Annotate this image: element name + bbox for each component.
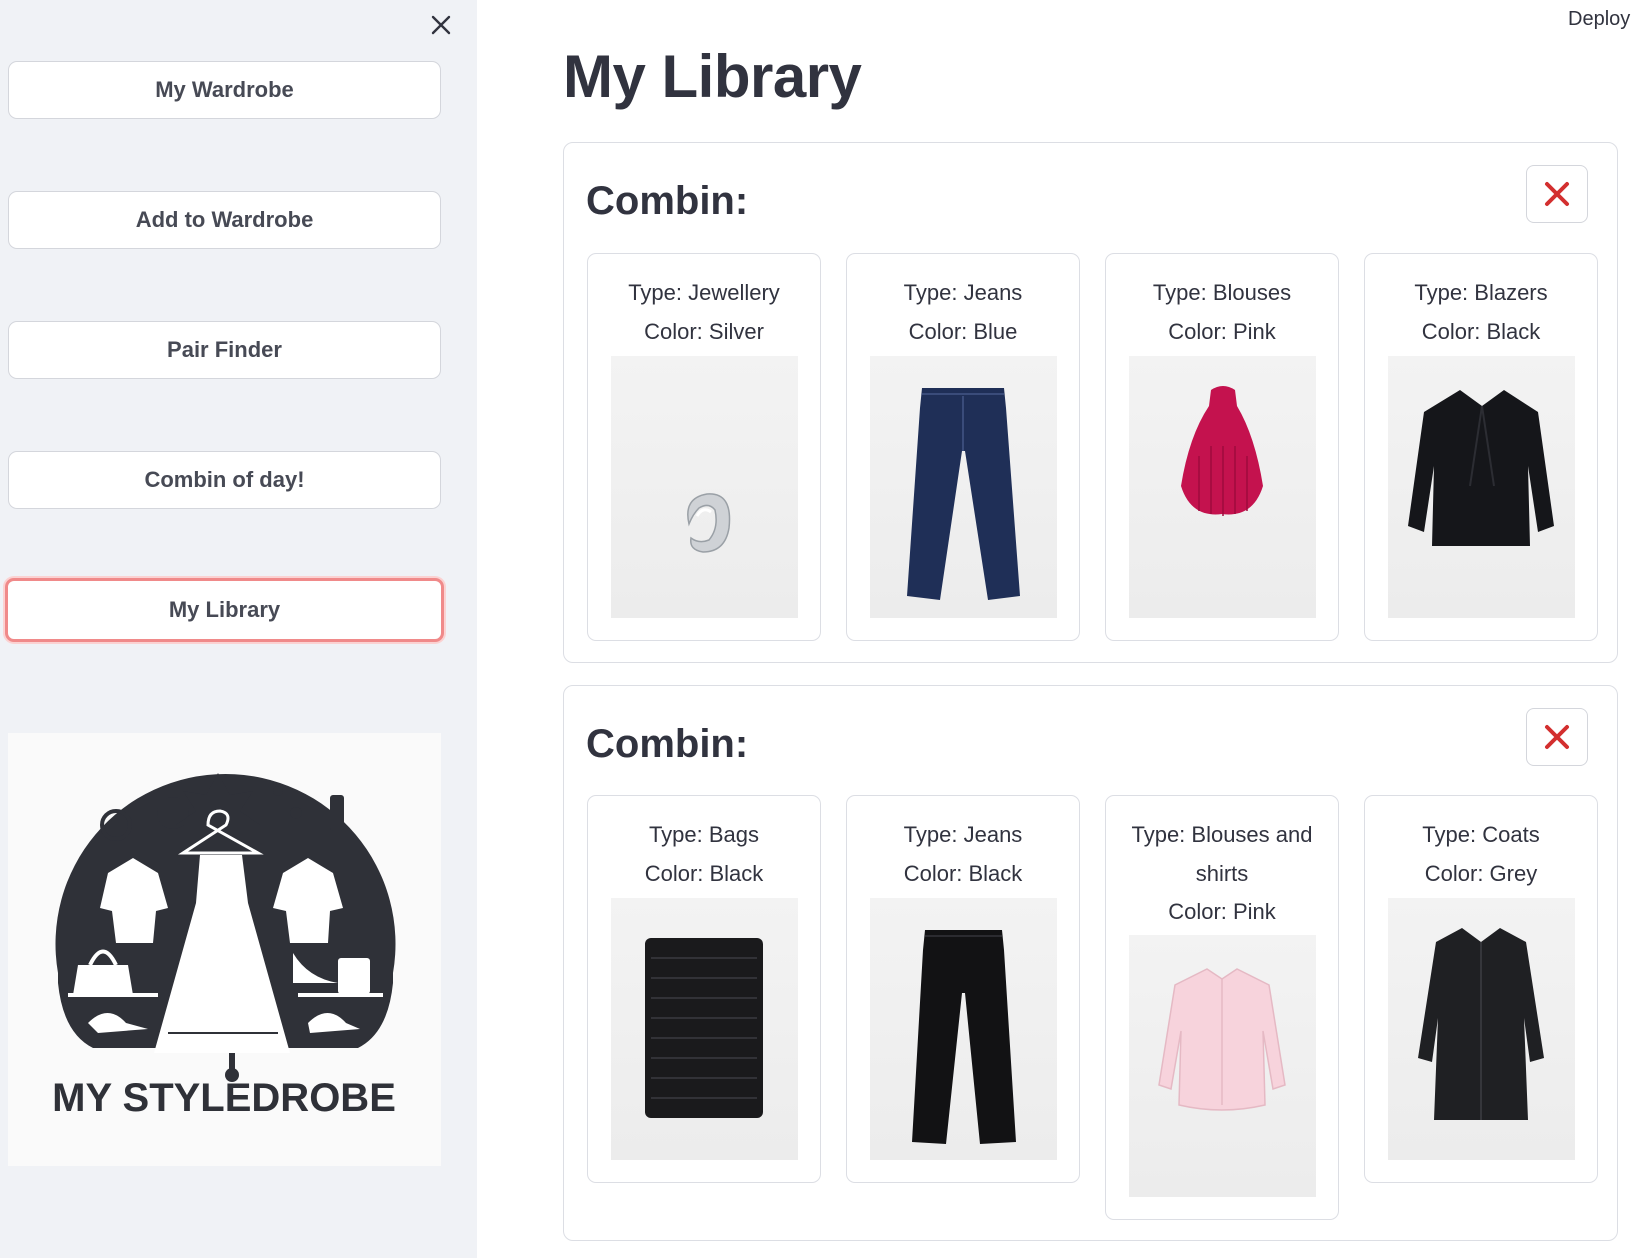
delete-combin-button[interactable] <box>1526 708 1588 766</box>
sidebar-item-add-to-wardrobe[interactable]: Add to Wardrobe <box>8 191 441 249</box>
item-card: Type: Blouses Color: Pink <box>1105 253 1339 641</box>
coat-image <box>1388 898 1575 1160</box>
item-color: Color: Grey <box>1424 860 1538 886</box>
item-color: Color: Black <box>644 860 764 886</box>
app: My Wardrobe Add to Wardrobe Pair Finder … <box>0 0 1652 1258</box>
item-card: Type: Blouses and shirts Color: Pink <box>1105 795 1339 1220</box>
item-color: Color: Pink <box>1168 899 1276 924</box>
item-type: Type: Coats <box>1422 822 1540 847</box>
earring-image <box>611 356 798 618</box>
close-icon <box>1545 182 1569 206</box>
sidebar-item-pair-finder[interactable]: Pair Finder <box>8 321 441 379</box>
item-card: Type: Bags Color: Black <box>587 795 821 1183</box>
jeans-image <box>870 356 1057 618</box>
sidebar: My Wardrobe Add to Wardrobe Pair Finder … <box>0 0 477 1258</box>
item-card: Type: Jeans Color: Black <box>846 795 1080 1183</box>
item-card: Type: Jewellery Color: Silver <box>587 253 821 641</box>
blazer-image <box>1388 356 1575 618</box>
item-color: Color: Black <box>903 860 1023 886</box>
item-type: Type: Blouses and shirts <box>1131 822 1313 886</box>
page-title: My Library <box>563 43 862 110</box>
logo-text: MY STYLEDROBE <box>52 1076 396 1120</box>
item-card: Type: Coats Color: Grey <box>1364 795 1598 1183</box>
sidebar-item-my-wardrobe[interactable]: My Wardrobe <box>8 61 441 119</box>
delete-combin-button[interactable] <box>1526 165 1588 223</box>
app-logo: MY STYLEDROBE <box>8 733 441 1166</box>
shirt-image <box>1129 935 1316 1197</box>
sidebar-item-my-library[interactable]: My Library <box>5 578 444 642</box>
item-color: Color: Blue <box>908 318 1018 344</box>
close-icon <box>1545 725 1569 749</box>
combin-card: Combin: Type: Bags Color: Black Type: Je… <box>563 685 1618 1241</box>
item-color: Color: Silver <box>644 318 764 344</box>
item-type: Type: Jewellery <box>628 280 780 305</box>
combin-card: Combin: Type: Jewellery Color: Silver Ty… <box>563 142 1618 663</box>
item-type: Type: Blouses <box>1152 280 1292 305</box>
item-card: Type: Blazers Color: Black <box>1364 253 1598 641</box>
item-type: Type: Jeans <box>903 280 1023 305</box>
item-type: Type: Jeans <box>903 822 1023 847</box>
item-type: Type: Blazers <box>1414 280 1548 305</box>
jeans-image <box>870 898 1057 1160</box>
item-color: Color: Black <box>1421 318 1541 344</box>
combin-title: Combin: <box>586 179 749 223</box>
blouse-image <box>1129 356 1316 618</box>
deploy-button[interactable]: Deploy <box>1568 8 1630 31</box>
item-card: Type: Jeans Color: Blue <box>846 253 1080 641</box>
item-type: Type: Bags <box>648 822 760 847</box>
combin-title: Combin: <box>586 722 749 766</box>
close-icon[interactable] <box>424 8 458 42</box>
bag-image <box>611 898 798 1160</box>
sidebar-item-combin-of-day[interactable]: Combin of day! <box>8 451 441 509</box>
item-color: Color: Pink <box>1168 318 1276 344</box>
